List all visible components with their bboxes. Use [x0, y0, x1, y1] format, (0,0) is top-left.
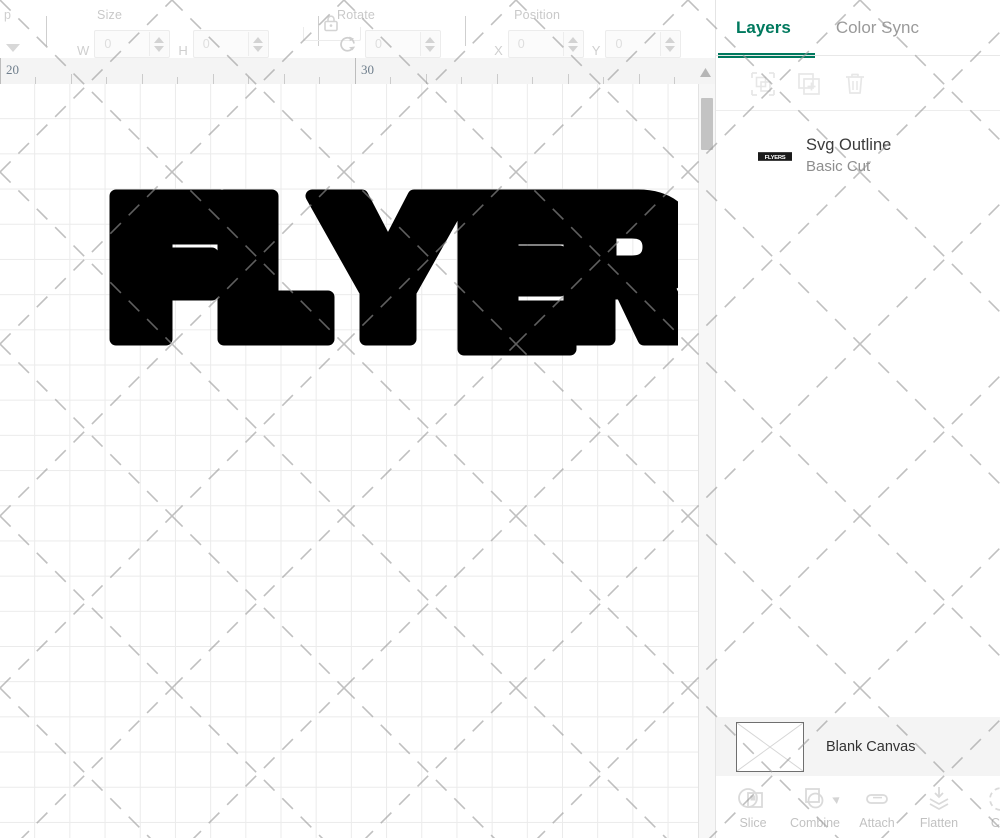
slice-label: Slice — [739, 815, 767, 830]
slice-icon — [738, 787, 763, 808]
ruler-mark-30: 30 — [361, 62, 374, 77]
height-stepper[interactable] — [247, 32, 267, 56]
position-y-stepper[interactable] — [660, 32, 680, 56]
rotate-group: Rotate 0 — [319, 0, 465, 66]
size-label: Size — [97, 8, 123, 22]
combine-label: Combine — [789, 815, 841, 830]
duplicate-icon[interactable] — [796, 71, 822, 97]
layer-thumbnail: FLYERS — [758, 150, 792, 163]
design-canvas[interactable] — [0, 84, 715, 838]
tab-color-sync[interactable]: Color Sync — [836, 18, 919, 40]
rotate-label: Rotate — [337, 8, 376, 22]
delete-icon[interactable] — [842, 71, 868, 97]
size-group: Size W 0 H 0 — [47, 0, 362, 66]
rotate-stepper[interactable] — [420, 32, 440, 56]
tab-layers[interactable]: Layers — [736, 18, 791, 40]
panel-tabs: Layers Color Sync — [716, 0, 1000, 58]
ruler-mark-20: 20 — [6, 62, 19, 77]
layer-list: FLYERS Svg Outline Basic Cut — [716, 111, 1000, 187]
position-label: Position — [514, 8, 561, 22]
tabs-divider — [716, 55, 1000, 56]
right-panel: Layers Color Sync FLYERS Svg Outline Bas… — [715, 0, 1000, 838]
width-label: W — [77, 43, 90, 58]
contour-icon — [989, 786, 1000, 811]
svg-text:FLYERS: FLYERS — [765, 154, 786, 160]
attach-button[interactable]: Attach — [846, 785, 908, 830]
width-stepper[interactable] — [149, 32, 169, 56]
position-x-input[interactable]: 0 — [507, 30, 584, 58]
group-icon[interactable] — [750, 71, 776, 97]
layer-action-bar — [716, 58, 1000, 111]
width-input[interactable]: 0 — [94, 30, 171, 58]
flatten-icon — [929, 786, 949, 810]
group-dropdown-label: p — [4, 8, 12, 22]
cricut-design-space-window: p Size W 0 H 0 Rotate 0 Position X 0 Y 0… — [0, 0, 1000, 838]
combine-icon — [805, 787, 824, 808]
attach-label: Attach — [859, 815, 895, 830]
contour-label: Cor — [990, 815, 1000, 830]
mat-label: Blank Canvas — [826, 738, 916, 755]
canvas-artwork-flyers[interactable] — [108, 176, 678, 361]
mat-row[interactable]: Blank Canvas — [716, 717, 1000, 776]
height-input[interactable]: 0 — [192, 30, 269, 58]
attach-icon — [866, 793, 888, 804]
canvas-vertical-scrollbar[interactable] — [698, 84, 715, 838]
rotate-input[interactable]: 0 — [365, 30, 442, 58]
combine-button[interactable]: Combine — [784, 785, 846, 830]
position-x-stepper[interactable] — [562, 32, 582, 56]
chevron-down-icon[interactable] — [6, 44, 20, 52]
position-x-value: 0 — [517, 37, 525, 51]
position-x-label: X — [494, 43, 503, 58]
scroll-up-icon[interactable] — [699, 65, 713, 79]
slice-button[interactable]: Slice — [722, 785, 784, 830]
flatten-label: Flatten — [919, 815, 959, 830]
contour-button[interactable]: Cor — [970, 785, 1000, 830]
position-y-value: 0 — [615, 37, 623, 51]
position-group: Position X 0 Y 0 — [466, 0, 715, 66]
scrollbar-thumb[interactable] — [701, 98, 713, 150]
height-value: 0 — [202, 37, 210, 51]
blank-canvas-x-icon — [736, 721, 804, 772]
rotate-icon[interactable] — [337, 34, 359, 56]
position-y-input[interactable]: 0 — [605, 30, 682, 58]
layer-title: Svg Outline — [806, 136, 892, 155]
width-value: 0 — [104, 37, 112, 51]
layer-subtitle: Basic Cut — [806, 158, 871, 176]
layer-row[interactable]: FLYERS Svg Outline Basic Cut — [716, 125, 1000, 187]
combine-dropdown-caret[interactable] — [832, 793, 842, 804]
height-label: H — [178, 43, 188, 58]
rotate-value: 0 — [375, 37, 382, 51]
bottom-tool-strip: Slice Combine Attach Flatten C — [716, 776, 1000, 838]
top-toolbar: p Size W 0 H 0 Rotate 0 Position X 0 Y 0 — [0, 0, 715, 59]
position-y-label: Y — [591, 43, 601, 58]
horizontal-ruler[interactable]: 20 30 — [0, 58, 715, 85]
flatten-button[interactable]: Flatten — [908, 785, 970, 830]
group-dropdown[interactable]: p — [0, 0, 46, 66]
